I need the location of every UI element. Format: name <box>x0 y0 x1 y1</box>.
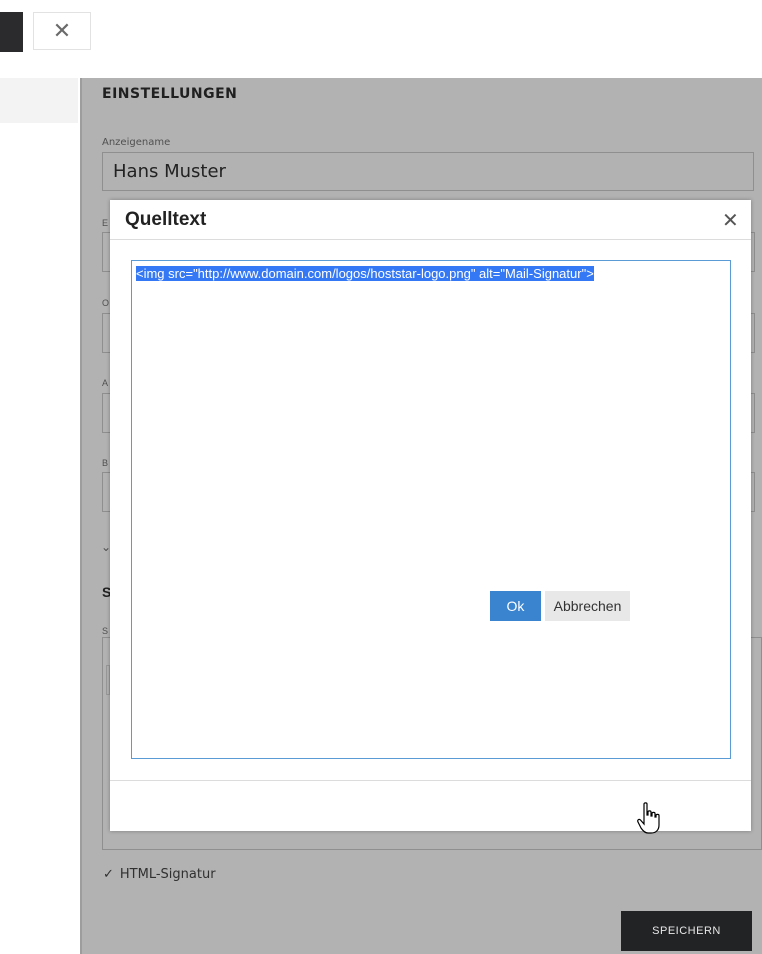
source-code-dialog: Quelltext ✕ <img src="http://www.domain.… <box>110 200 751 831</box>
ok-button[interactable]: Ok <box>490 591 541 621</box>
left-panel <box>0 78 80 954</box>
dialog-close-icon[interactable]: ✕ <box>722 208 739 233</box>
obscured-label-3: A <box>102 378 109 388</box>
obscured-label-1: E <box>102 218 109 228</box>
obscured-label-5: S <box>102 626 109 636</box>
close-icon: ✕ <box>52 18 72 43</box>
sidebar-item-selected[interactable] <box>0 78 78 123</box>
obscured-label-4: B <box>102 458 109 468</box>
active-tab-marker[interactable] <box>0 12 23 52</box>
section-title: EINSTELLUNGEN <box>102 86 238 102</box>
html-signature-label: HTML-Signatur <box>119 867 216 882</box>
hand-cursor-icon <box>637 802 661 841</box>
obscured-label-2: O <box>102 298 110 308</box>
selected-source-text: <img src="http://www.domain.com/logos/ho… <box>136 266 594 281</box>
top-bar: ✕ <box>0 0 762 78</box>
source-code-textarea[interactable]: <img src="http://www.domain.com/logos/ho… <box>131 260 731 759</box>
display-name-label: Anzeigename <box>102 137 171 148</box>
panel-divider <box>80 78 82 954</box>
dialog-title: Quelltext <box>125 209 207 230</box>
html-signature-checkbox[interactable]: ✓ HTML-Signatur <box>103 867 216 882</box>
display-name-field[interactable]: Hans Muster <box>102 152 754 191</box>
close-button[interactable]: ✕ <box>33 12 91 50</box>
dialog-header: Quelltext ✕ <box>110 200 751 240</box>
save-button[interactable]: SPEICHERN <box>621 911 752 951</box>
check-icon: ✓ <box>103 867 114 882</box>
cancel-button[interactable]: Abbrechen <box>545 591 630 621</box>
